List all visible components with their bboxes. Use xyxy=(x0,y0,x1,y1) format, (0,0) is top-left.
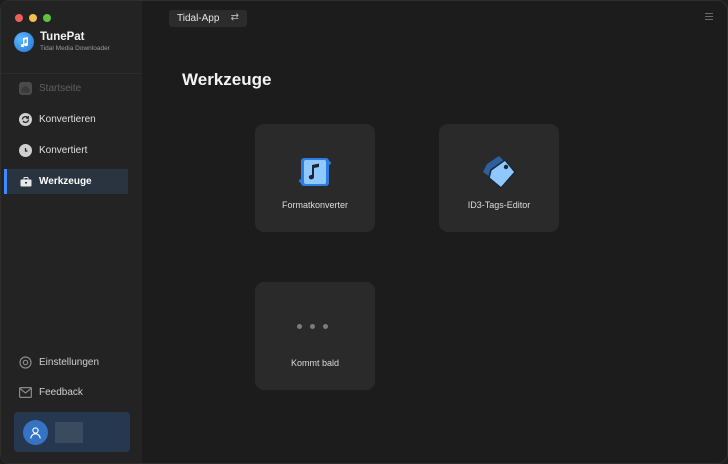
app-subtitle: Tidal Media Downloader xyxy=(40,45,110,52)
brand: TunePat Tidal Media Downloader xyxy=(14,31,110,53)
tool-card-formatkonverter[interactable]: Formatkonverter xyxy=(255,124,375,232)
sidebar-item-konvertieren[interactable]: Konvertieren xyxy=(4,107,128,132)
home-icon xyxy=(19,82,32,95)
hamburger-menu-icon[interactable] xyxy=(705,13,713,22)
sidebar-item-label: Startseite xyxy=(39,83,82,94)
gear-icon xyxy=(19,356,32,369)
convert-icon xyxy=(19,113,32,126)
sidebar-item-label: Einstellungen xyxy=(39,357,100,368)
mail-icon xyxy=(19,387,32,398)
tool-label: Formatkonverter xyxy=(281,200,349,210)
tag-editor-icon xyxy=(483,156,516,190)
tunepat-logo-icon xyxy=(14,32,34,52)
sidebar-item-label: Werkzeuge xyxy=(39,176,92,187)
sidebar-item-startseite[interactable]: Startseite xyxy=(4,76,128,101)
zoom-window-button[interactable] xyxy=(43,14,51,22)
sidebar-item-konvertiert[interactable]: Konvertiert xyxy=(4,138,128,163)
close-window-button[interactable] xyxy=(15,14,23,22)
tool-label: ID3-Tags-Editor xyxy=(467,200,531,210)
tool-card-id3-tags-editor[interactable]: ID3-Tags-Editor xyxy=(439,124,559,232)
more-dots-icon xyxy=(297,324,328,329)
user-icon xyxy=(30,426,41,439)
source-switcher[interactable]: Tidal-App ⇄ xyxy=(169,10,247,27)
blurred-username xyxy=(55,422,83,443)
toolbox-icon xyxy=(19,175,32,188)
window-controls xyxy=(15,14,51,22)
tool-label: Kommt bald xyxy=(290,358,340,368)
source-label: Tidal-App xyxy=(177,13,220,24)
page-title: Werkzeuge xyxy=(182,70,272,89)
sidebar-item-label: Feedback xyxy=(39,387,83,398)
app-name: TunePat xyxy=(40,31,85,43)
sidebar-divider xyxy=(1,73,142,74)
format-converter-icon xyxy=(298,158,332,186)
avatar[interactable] xyxy=(23,420,48,445)
sidebar-item-einstellungen[interactable]: Einstellungen xyxy=(19,356,99,369)
clock-icon xyxy=(19,144,32,157)
sidebar-item-label: Konvertiert xyxy=(39,145,88,156)
swap-arrows-icon[interactable]: ⇄ xyxy=(231,12,239,23)
sidebar-item-feedback[interactable]: Feedback xyxy=(19,387,83,398)
sidebar-item-label: Konvertieren xyxy=(39,114,96,125)
minimize-window-button[interactable] xyxy=(29,14,37,22)
user-account-card[interactable] xyxy=(14,412,130,452)
sidebar: TunePat Tidal Media Downloader Startseit… xyxy=(1,1,142,463)
sidebar-item-werkzeuge[interactable]: Werkzeuge xyxy=(4,169,128,194)
tool-card-kommt-bald: Kommt bald xyxy=(255,282,375,390)
app-window: TunePat Tidal Media Downloader Startseit… xyxy=(0,0,728,464)
